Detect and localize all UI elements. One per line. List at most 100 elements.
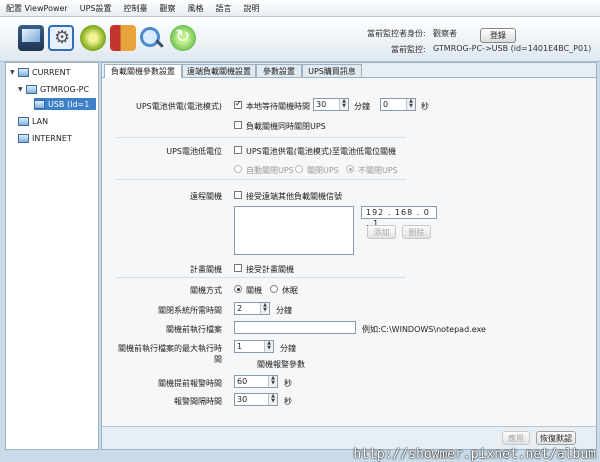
warning-interval-label: 報警間隔時間 bbox=[174, 397, 222, 406]
ip-address-input[interactable]: 192 . 168 . 0 . 1 bbox=[361, 206, 437, 228]
divider bbox=[116, 277, 406, 278]
os-shutdown-time-stepper[interactable]: 2 ▲ ▼ bbox=[234, 302, 270, 315]
settings-panel: 負載關機參數設置 遠端負載關機設置 參數設置 UPS購買訊息 UPS電池供電(電… bbox=[101, 62, 597, 450]
expand-icon[interactable]: ▼ bbox=[18, 86, 26, 93]
low-battery-check-label: UPS電池供電(電池模式)至電池低電位關機 bbox=[246, 147, 396, 156]
advance-warning-value: 60 bbox=[237, 377, 248, 386]
monitor-icon[interactable] bbox=[18, 25, 44, 51]
seconds-unit: 秒 bbox=[421, 102, 429, 111]
warning-params-heading: 關機報警參數 bbox=[257, 360, 305, 369]
remote-signal-label: 接受遠端其他負載關機信號 bbox=[246, 192, 342, 201]
spin-arrows-icon[interactable]: ▲ ▼ bbox=[406, 99, 415, 110]
tree-item-label: USB (Id=1 bbox=[48, 99, 90, 109]
apply-button[interactable]: 應用 bbox=[502, 431, 530, 445]
bottom-bar: 應用 恢復默認 bbox=[102, 426, 596, 449]
advance-warning-unit: 秒 bbox=[284, 379, 292, 388]
wait-minutes-stepper[interactable]: 30 ▲ ▼ bbox=[313, 98, 349, 111]
tree-item-current[interactable]: ▼ CURRENT bbox=[10, 66, 70, 78]
tree-item-usb[interactable]: USB (Id=1 bbox=[34, 98, 96, 110]
advance-warning-stepper[interactable]: 60 ▲ ▼ bbox=[234, 375, 278, 388]
tab-remote-shutdown[interactable]: 遠端負載關機設置 bbox=[182, 64, 256, 77]
shutdown-radio[interactable] bbox=[234, 285, 242, 293]
auto-close-ups-label: 自動關閉UPS bbox=[246, 166, 294, 175]
battery-mode-label: UPS電池供電(電池模式) bbox=[136, 102, 222, 111]
divider bbox=[116, 179, 406, 180]
scheduled-shutdown-checkbox[interactable] bbox=[234, 264, 242, 272]
scheduled-shutdown-check-label: 接受計畫關機 bbox=[246, 265, 294, 274]
spin-arrows-icon[interactable]: ▲ ▼ bbox=[268, 394, 277, 405]
monitor-identity-value: 觀察者 bbox=[433, 29, 457, 38]
spin-arrows-icon[interactable]: ▲ ▼ bbox=[268, 376, 277, 387]
os-shutdown-unit: 分鐘 bbox=[276, 306, 292, 315]
network-icon bbox=[18, 133, 29, 143]
device-tree: ▼ CURRENT ▼ GTMROG-PC USB (Id=1 LAN INTE… bbox=[5, 62, 99, 450]
tree-item-label: GTMROG-PC bbox=[40, 84, 90, 94]
menu-config[interactable]: 配置 ViewPower bbox=[6, 3, 68, 14]
toolbar: 當前監控者身份: 觀察者 登錄 當前監控: GTMROG-PC->USB (id… bbox=[0, 17, 600, 62]
tree-item-lan[interactable]: LAN bbox=[10, 115, 48, 127]
spin-arrows-icon[interactable]: ▲ ▼ bbox=[260, 303, 269, 314]
refresh-icon[interactable] bbox=[170, 25, 196, 51]
monitor-identity-label: 當前監控者身份: bbox=[367, 29, 426, 38]
low-battery-label: UPS電池低電位 bbox=[166, 147, 222, 156]
add-button[interactable]: 添加 bbox=[367, 225, 396, 239]
tab-load-shutdown[interactable]: 負載關機參數設置 bbox=[104, 64, 182, 78]
tree-item-gtmrog-pc[interactable]: ▼ GTMROG-PC bbox=[18, 83, 89, 95]
tab-parameters[interactable]: 參數設置 bbox=[256, 64, 302, 77]
login-button[interactable]: 登錄 bbox=[480, 28, 516, 43]
os-shutdown-time-label: 關閉系統所需時間 bbox=[158, 306, 222, 315]
pre-file-max-time-unit: 分鐘 bbox=[280, 344, 296, 353]
menu-language[interactable]: 語言 bbox=[215, 3, 231, 14]
wait-seconds-stepper[interactable]: 0 ▲ ▼ bbox=[380, 98, 416, 111]
search-icon[interactable] bbox=[138, 25, 164, 51]
remote-signal-checkbox[interactable] bbox=[234, 191, 242, 199]
current-monitor-label: 當前監控: bbox=[391, 45, 426, 54]
restore-default-button[interactable]: 恢復默認 bbox=[536, 431, 576, 445]
pre-shutdown-file-input[interactable] bbox=[234, 321, 356, 334]
close-ups-label: 關閉UPS bbox=[307, 166, 339, 175]
settings-icon[interactable] bbox=[48, 25, 74, 51]
form-area: UPS電池供電(電池模式) 本地等待關機時間 30 ▲▼ 分鐘 0 ▲▼ 秒 負… bbox=[108, 83, 588, 413]
menu-help[interactable]: 說明 bbox=[243, 3, 259, 14]
expand-icon[interactable]: ▼ bbox=[10, 69, 18, 76]
usb-icon bbox=[34, 99, 45, 109]
minutes-unit: 分鐘 bbox=[354, 102, 370, 111]
menu-console[interactable]: 控制臺 bbox=[123, 3, 147, 14]
tab-purchase-info[interactable]: UPS購買訊息 bbox=[302, 64, 362, 77]
menu-view[interactable]: 觀察 bbox=[159, 3, 175, 14]
shutdown-ups-checkbox[interactable] bbox=[234, 121, 242, 129]
divider bbox=[116, 137, 406, 138]
close-ups-radio[interactable] bbox=[295, 165, 303, 173]
pre-shutdown-file-label: 關機前執行檔案 bbox=[166, 325, 222, 334]
shutdown-ups-label: 負載關機同時關閉UPS bbox=[246, 122, 326, 131]
delete-button[interactable]: 刪除 bbox=[402, 225, 431, 239]
auto-close-ups-radio[interactable] bbox=[234, 165, 242, 173]
pre-file-max-time-stepper[interactable]: 1 ▲ ▼ bbox=[234, 340, 274, 353]
menu-style[interactable]: 風格 bbox=[187, 3, 203, 14]
tree-item-internet[interactable]: INTERNET bbox=[10, 132, 72, 144]
hibernate-radio[interactable] bbox=[270, 285, 278, 293]
tree-item-label: CURRENT bbox=[32, 67, 71, 77]
remote-ip-list[interactable] bbox=[234, 206, 354, 255]
low-battery-checkbox[interactable] bbox=[234, 146, 242, 154]
wait-seconds-value: 0 bbox=[383, 100, 389, 109]
local-wait-checkbox[interactable] bbox=[234, 99, 242, 109]
warning-interval-stepper[interactable]: 30 ▲ ▼ bbox=[234, 393, 278, 406]
shutdown-mode-label: 關機方式 bbox=[190, 286, 222, 295]
pre-file-max-time-label: 關機前執行檔案的最大執行時間 bbox=[118, 344, 222, 364]
menu-ups-settings[interactable]: UPS設置 bbox=[80, 3, 112, 14]
tree-item-label: LAN bbox=[32, 116, 49, 126]
spin-arrows-icon[interactable]: ▲ ▼ bbox=[339, 99, 348, 110]
remote-shutdown-label: 遠程關機 bbox=[190, 192, 222, 201]
os-shutdown-time-value: 2 bbox=[237, 304, 243, 313]
warning-interval-value: 30 bbox=[237, 395, 248, 404]
scheduled-shutdown-label: 計畫關機 bbox=[190, 265, 222, 274]
tab-bar: 負載關機參數設置 遠端負載關機設置 參數設置 UPS購買訊息 bbox=[102, 63, 596, 78]
gear-icon[interactable] bbox=[80, 25, 106, 51]
spin-arrows-icon[interactable]: ▲ ▼ bbox=[264, 341, 273, 352]
no-close-ups-radio[interactable] bbox=[346, 165, 354, 173]
local-wait-label: 本地等待關機時間 bbox=[246, 102, 310, 111]
pre-file-max-time-value: 1 bbox=[237, 342, 243, 351]
current-monitor-value: GTMROG-PC->USB (id=1401E4BC_P01) bbox=[433, 44, 592, 53]
battery-icon[interactable] bbox=[110, 25, 136, 51]
